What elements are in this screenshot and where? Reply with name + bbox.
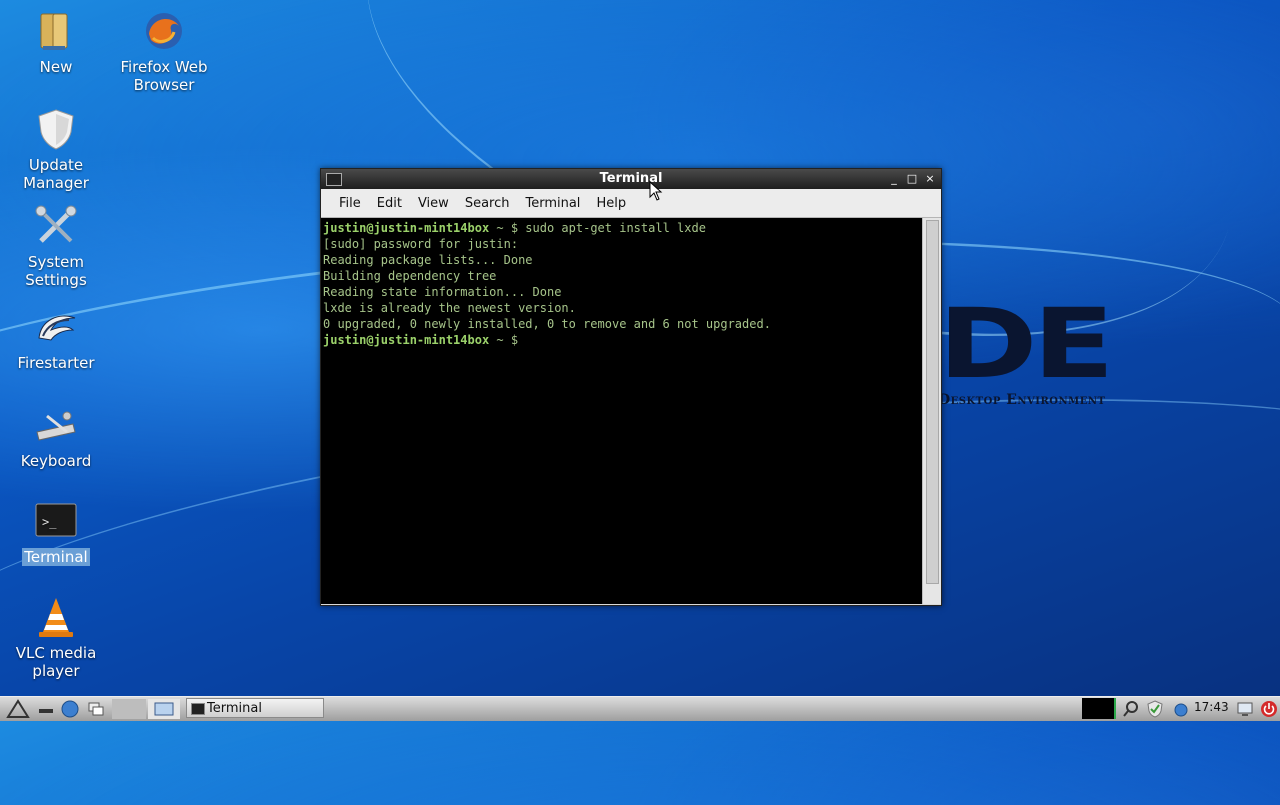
terminal-output[interactable]: justin@justin-mint14box ~ $ sudo apt-get… — [321, 218, 923, 604]
terminal-line: Building dependency tree — [323, 269, 497, 283]
prompt-suffix: ~ $ — [489, 221, 526, 235]
desktop-icon-vlc[interactable]: VLC media player — [0, 594, 116, 680]
monitor-icon — [1237, 702, 1253, 716]
terminal-line: lxde is already the newest version. — [323, 301, 576, 315]
desktop-icon-firestarter[interactable]: Firestarter — [0, 304, 116, 372]
menu-logo-icon — [6, 699, 30, 718]
vertical-scrollbar[interactable] — [922, 218, 941, 604]
menu-bar: File Edit View Search Terminal Help — [321, 189, 941, 218]
desktop-icon-label: Terminal — [22, 548, 90, 566]
minimize-all-button[interactable] — [36, 699, 56, 719]
firestarter-icon — [33, 304, 79, 350]
wallpaper-logo-subtitle: Desktop Environment — [938, 392, 1106, 408]
prompt-suffix: ~ $ — [489, 333, 526, 347]
terminal-window[interactable]: Terminal _ □ × File Edit View Search Ter… — [320, 168, 942, 606]
clock[interactable]: 17:43 — [1194, 700, 1229, 714]
workspace-1[interactable] — [112, 699, 146, 719]
terminal-icon: >_ — [33, 498, 79, 544]
desktop-icon-label: Keyboard — [20, 452, 92, 470]
window-switcher-button[interactable] — [86, 699, 106, 719]
screen-tray[interactable] — [1236, 699, 1254, 719]
shield-icon — [33, 106, 79, 152]
minimize-button[interactable]: _ — [887, 172, 901, 186]
desktop-icon-label: System Settings — [25, 253, 87, 289]
network-tray[interactable] — [1172, 699, 1190, 719]
terminal-line: 0 upgraded, 0 newly installed, 0 to remo… — [323, 317, 771, 331]
desktop-icon-label: New — [39, 58, 73, 76]
taskbar: Terminal 17:43 — [0, 696, 1280, 721]
workspace-icon — [154, 702, 174, 716]
menu-view[interactable]: View — [418, 196, 449, 211]
terminal-line: justin@justin-mint14box ~ $ sudo apt-get… — [323, 220, 921, 236]
terminal-icon — [191, 703, 205, 715]
desktop-icon-label: Firestarter — [17, 354, 95, 372]
terminal-line: Reading package lists... Done — [323, 253, 533, 267]
logout-button[interactable] — [1260, 699, 1278, 719]
windows-icon — [88, 702, 104, 716]
folder-icon — [33, 8, 79, 54]
desktop-icon-system-settings[interactable]: System Settings — [0, 203, 116, 289]
terminal-line: [sudo] password for justin: — [323, 237, 519, 251]
shield-check-icon — [1147, 700, 1163, 718]
window-title: Terminal — [599, 171, 663, 186]
prompt-user: justin@justin-mint14box — [323, 221, 490, 235]
firefox-icon — [141, 8, 187, 54]
update-tray[interactable] — [1146, 699, 1164, 719]
desktop-icon-update-manager[interactable]: Update Manager — [0, 106, 116, 192]
terminal-line: justin@justin-mint14box ~ $ — [323, 332, 921, 348]
close-button[interactable]: × — [923, 172, 937, 186]
start-menu-button[interactable] — [6, 699, 30, 719]
menu-edit[interactable]: Edit — [377, 196, 402, 211]
cpu-monitor[interactable] — [1082, 698, 1116, 719]
show-desktop-icon — [39, 709, 53, 713]
workspace-2[interactable] — [148, 699, 180, 719]
menu-search[interactable]: Search — [465, 196, 510, 211]
keyboard-icon — [33, 402, 79, 448]
mouse-pointer-icon — [649, 181, 663, 201]
vlc-cone-icon — [33, 594, 79, 640]
scrollbar-thumb[interactable] — [926, 220, 939, 584]
taskbar-task-terminal[interactable]: Terminal — [186, 698, 324, 718]
network-icon — [1174, 703, 1188, 717]
search-tray[interactable] — [1122, 699, 1140, 719]
search-icon — [1123, 701, 1138, 717]
desktop-icon-label: Firefox Web Browser — [120, 58, 208, 94]
desktop-icon-new[interactable]: New — [0, 8, 116, 76]
maximize-button[interactable]: □ — [905, 172, 919, 186]
command-text: sudo apt-get install lxde — [525, 221, 706, 235]
wallpaper-logo-text: DE — [938, 288, 1115, 400]
terminal-line: Reading state information... Done — [323, 285, 562, 299]
desktop-icon-label: VLC media player — [15, 644, 97, 680]
window-titlebar[interactable]: Terminal _ □ × — [321, 169, 941, 189]
power-icon — [1261, 701, 1277, 717]
desktop-icon-terminal[interactable]: >_ Terminal — [0, 498, 116, 566]
browser-launcher[interactable] — [60, 699, 80, 719]
prompt-user: justin@justin-mint14box — [323, 333, 490, 347]
taskbar-task-label: Terminal — [207, 701, 262, 716]
desktop-icon-keyboard[interactable]: Keyboard — [0, 402, 116, 470]
desktop-icon-firefox[interactable]: Firefox Web Browser — [104, 8, 224, 94]
menu-file[interactable]: File — [339, 196, 361, 211]
menu-terminal[interactable]: Terminal — [525, 196, 580, 211]
tools-icon — [33, 203, 79, 249]
globe-icon — [61, 700, 79, 718]
menu-help[interactable]: Help — [596, 196, 626, 211]
desktop-icon-label: Update Manager — [23, 156, 89, 192]
svg-text:>_: >_ — [42, 515, 57, 529]
